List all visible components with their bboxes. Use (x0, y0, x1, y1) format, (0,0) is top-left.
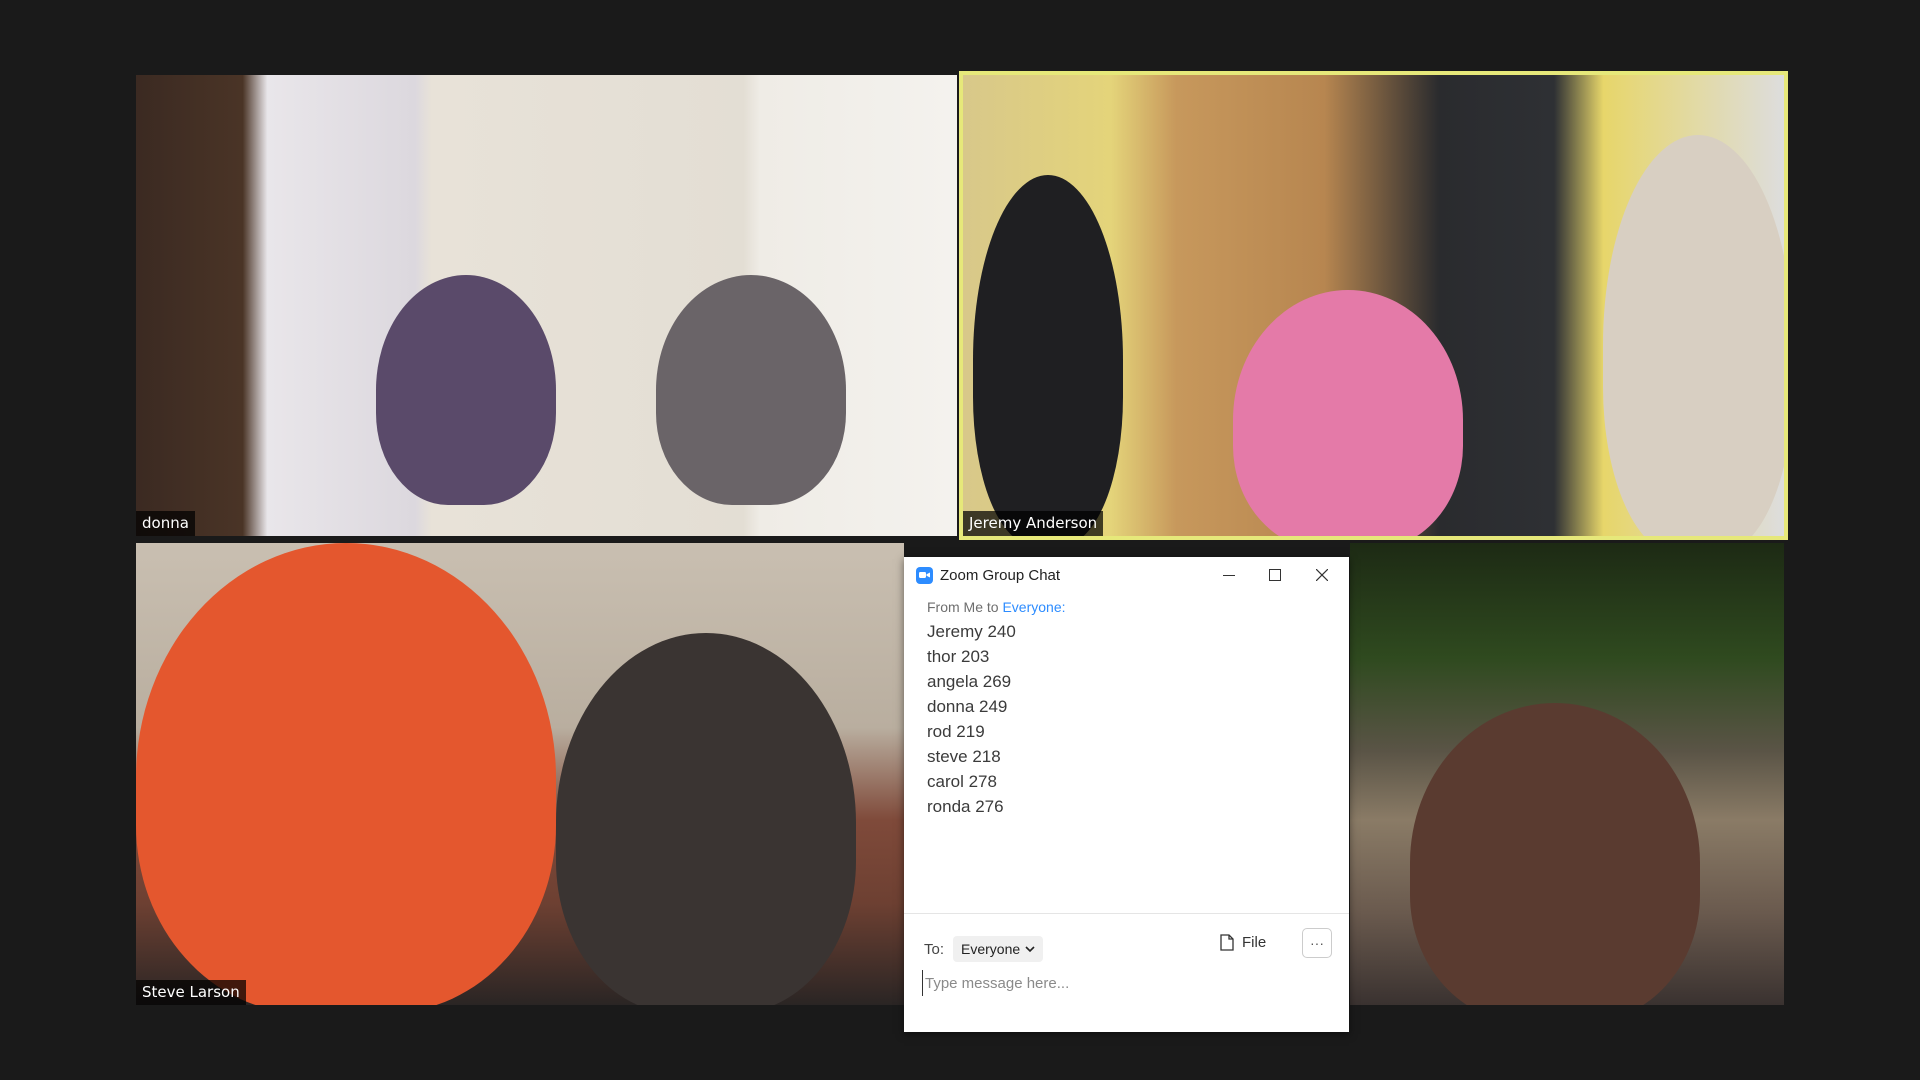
minimize-button[interactable] (1206, 557, 1252, 593)
participant-video (973, 175, 1123, 536)
file-label: File (1242, 934, 1267, 951)
recipient-row: To: Everyone (904, 926, 1349, 972)
chat-message: angela 269 (927, 672, 1012, 691)
chat-message: ronda 276 (927, 797, 1004, 816)
video-tile-participant-4[interactable] (1350, 543, 1784, 1005)
participant-name-label: Jeremy Anderson (963, 511, 1104, 536)
chat-titlebar[interactable]: Zoom Group Chat (904, 557, 1349, 593)
chat-message: steve 218 (927, 747, 1001, 766)
chat-composer: To: Everyone File ··· (904, 913, 1349, 1032)
video-tile-donna[interactable]: donna (136, 75, 957, 536)
chat-title: Zoom Group Chat (940, 566, 1061, 584)
chat-message: donna 249 (927, 697, 1008, 716)
recipient-select[interactable]: Everyone (953, 936, 1044, 962)
recipient-value: Everyone (961, 941, 1021, 957)
participant-video (136, 543, 556, 1005)
participant-name-label: Steve Larson (136, 980, 246, 1005)
chat-message: carol 278 (927, 772, 997, 791)
participant-video (556, 633, 856, 1005)
participant-name-label: donna (136, 511, 195, 536)
more-icon: ··· (1310, 935, 1324, 951)
chevron-down-icon (1025, 945, 1035, 952)
participant-video (656, 275, 846, 505)
video-tile-steve-larson[interactable]: Steve Larson (136, 543, 904, 1005)
maximize-button[interactable] (1252, 557, 1298, 593)
participant-video (1410, 703, 1700, 1005)
file-button[interactable]: File (1220, 934, 1266, 951)
chat-message: thor 203 (927, 647, 990, 666)
close-icon (1316, 569, 1328, 581)
participant-video (1603, 135, 1784, 536)
message-header: From Me to Everyone: (927, 599, 1326, 615)
recipient-link[interactable]: Everyone: (1002, 599, 1065, 615)
chat-messages: From Me to Everyone: Jeremy 240 thor 203… (904, 593, 1349, 825)
zoom-logo-icon (916, 566, 933, 584)
from-prefix: From Me to (927, 599, 1003, 615)
chat-message: rod 219 (927, 722, 985, 741)
close-button[interactable] (1299, 557, 1345, 593)
to-label: To: (924, 940, 945, 958)
maximize-icon (1269, 569, 1281, 581)
participant-video (376, 275, 556, 505)
minimize-icon (1223, 575, 1235, 576)
file-icon (1220, 934, 1234, 951)
video-tile-jeremy-anderson[interactable]: Jeremy Anderson (963, 75, 1784, 536)
message-input[interactable] (922, 970, 1327, 996)
group-chat-window[interactable]: Zoom Group Chat From Me to Everyone: Jer… (904, 557, 1349, 1032)
chat-message: Jeremy 240 (927, 622, 1016, 641)
participant-video (1233, 290, 1463, 536)
more-options-button[interactable]: ··· (1302, 928, 1332, 958)
